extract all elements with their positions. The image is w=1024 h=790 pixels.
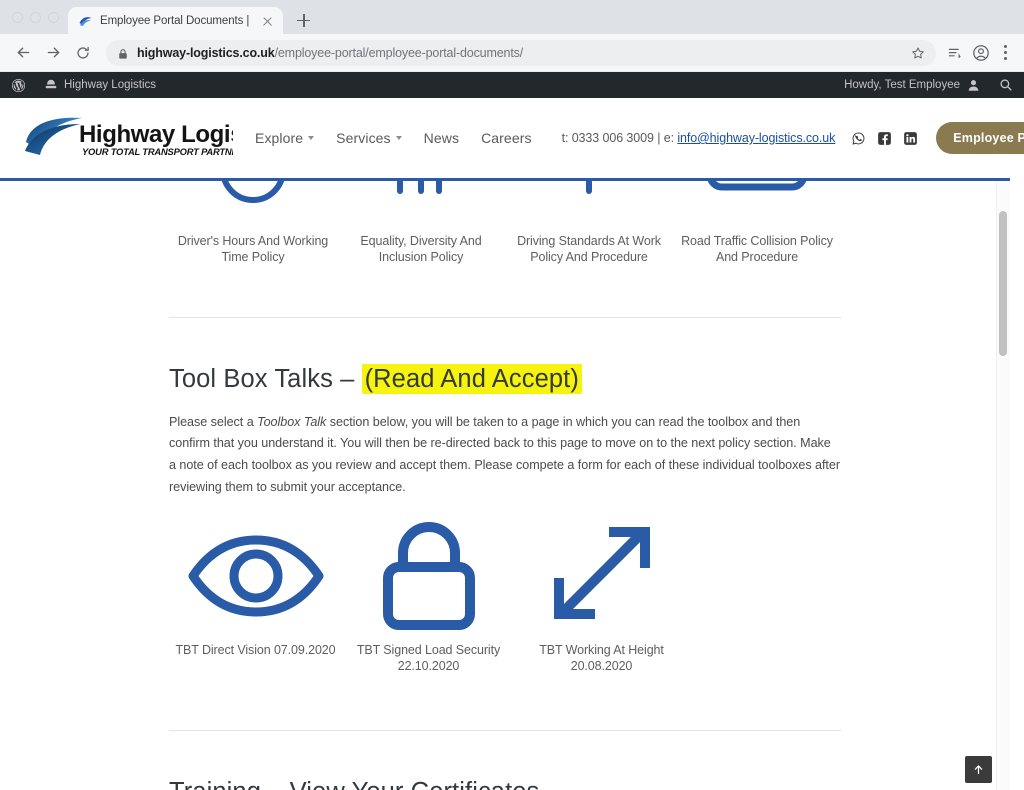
reload-icon[interactable] (68, 38, 98, 68)
window-close-button[interactable] (12, 11, 23, 23)
people-icon (343, 181, 499, 207)
browser-tabstrip: Employee Portal Documents | (0, 0, 1024, 35)
policies-row: Driver's Hours And Working Time Policy E… (169, 181, 841, 265)
whatsapp-icon[interactable] (851, 131, 866, 146)
email-link[interactable]: info@highway-logistics.co.uk (677, 131, 835, 145)
wordpress-logo-icon[interactable] (2, 72, 35, 98)
chevron-down-icon (308, 136, 315, 140)
toolbox-paragraph: Please select a Toolbox Talk section bel… (169, 412, 841, 499)
user-avatar-icon (968, 79, 979, 91)
header-social-links (851, 131, 918, 146)
browser-toolbar: highway-logistics.co.uk/employee-portal/… (0, 34, 1024, 72)
main-navigation: Explore Services News Careers (255, 130, 532, 146)
toolbox-item-direct-vision[interactable]: TBT Direct Vision 07.09.2020 (169, 526, 342, 675)
policy-label: Road Traffic Collision Policy And Proced… (681, 234, 833, 264)
toolbox-label: TBT Signed Load Security 22.10.2020 (356, 643, 501, 674)
site-header: Highway Logistics YOUR TOTAL TRANSPORT P… (0, 98, 1024, 178)
browser-window: Employee Portal Documents | highway-logi… (0, 0, 1024, 790)
divider-bottom (169, 729, 841, 731)
reading-list-icon[interactable] (942, 40, 968, 66)
tab-favicon-icon (78, 14, 93, 29)
content-inner: Driver's Hours And Working Time Policy E… (169, 181, 841, 790)
highway-logistics-logo-icon: Highway Logistics YOUR TOTAL TRANSPORT P… (25, 117, 233, 157)
nav-item-careers[interactable]: Careers (481, 130, 532, 146)
wp-admin-bar: Highway Logistics Howdy, Test Employee (0, 72, 1024, 98)
training-section-title: Training – View Your Certificates (169, 777, 841, 790)
phone-number[interactable]: 0333 006 3009 (572, 131, 654, 145)
arrow-up-icon (974, 765, 983, 775)
phone-prefix: t: (561, 131, 572, 145)
toolbox-title-highlight: (Read And Accept) (361, 364, 582, 394)
steering-wheel-icon (511, 181, 667, 207)
address-bar[interactable]: highway-logistics.co.uk/employee-portal/… (106, 39, 936, 66)
search-icon (1000, 79, 1012, 91)
url-text: highway-logistics.co.uk/employee-portal/… (137, 46, 523, 60)
scroll-to-top-button[interactable] (965, 756, 992, 783)
wp-search-item[interactable] (990, 72, 1022, 98)
policy-label: Driving Standards At Work Policy And Pro… (517, 234, 661, 264)
paragraph-emphasis: Toolbox Talk (257, 414, 327, 429)
resize-arrows-icon (543, 526, 661, 626)
svg-text:Highway Logistics: Highway Logistics (79, 121, 233, 148)
back-arrow-icon[interactable] (8, 38, 38, 68)
url-host: highway-logistics.co.uk (137, 45, 275, 60)
policy-label: Driver's Hours And Working Time Policy (177, 234, 329, 264)
wp-howdy-item[interactable]: Howdy, Test Employee (835, 72, 990, 98)
nav-item-news[interactable]: News (424, 130, 459, 146)
wp-greeting: Howdy, Test Employee (844, 79, 960, 91)
page-content: Driver's Hours And Working Time Policy E… (0, 181, 1010, 790)
window-controls (8, 0, 68, 34)
nav-label-services: Services (336, 130, 391, 146)
toolbox-label: TBT Direct Vision 07.09.2020 (175, 643, 336, 658)
car-icon (679, 181, 835, 207)
toolbox-item-load-security[interactable]: TBT Signed Load Security 22.10.2020 (342, 522, 515, 675)
clock-icon (175, 181, 331, 207)
facebook-icon[interactable] (877, 131, 892, 146)
employee-portal-button[interactable]: Employee Portal (936, 122, 1024, 154)
linkedin-icon[interactable] (903, 131, 918, 146)
wp-admin-bar-right: Howdy, Test Employee (835, 72, 1022, 98)
tab-close-icon[interactable] (260, 14, 275, 29)
contact-separator: | (653, 131, 664, 145)
wp-site-name: Highway Logistics (64, 79, 157, 91)
toolbox-title-plain: Tool Box Talks – (169, 365, 362, 393)
toolbox-section-title: Tool Box Talks – (Read And Accept) (169, 364, 841, 395)
url-path: /employee-portal/employee-portal-documen… (274, 45, 524, 60)
divider-top (169, 317, 841, 318)
page-scrollbar-thumb[interactable] (999, 211, 1007, 356)
toolbox-item-working-at-height[interactable]: TBT Working At Height 20.08.2020 (515, 526, 688, 675)
lock-icon (377, 522, 481, 631)
lock-icon (117, 47, 129, 59)
site-logo[interactable]: Highway Logistics YOUR TOTAL TRANSPORT P… (20, 115, 233, 161)
header-contact-info: t: 0333 006 3009 | e: info@highway-logis… (562, 131, 836, 145)
forward-arrow-icon[interactable] (38, 38, 68, 68)
page-scrollbar[interactable] (996, 181, 1010, 790)
eye-icon (181, 526, 331, 626)
toolbox-label: TBT Working At Height 20.08.2020 (539, 643, 664, 674)
window-minimize-button[interactable] (30, 11, 41, 23)
tab-title: Employee Portal Documents | (100, 15, 250, 27)
svg-text:YOUR TOTAL TRANSPORT PARTNER.: YOUR TOTAL TRANSPORT PARTNER. (82, 146, 233, 157)
nav-item-explore[interactable]: Explore (255, 130, 315, 146)
nav-item-services[interactable]: Services (336, 130, 402, 146)
window-maximize-button[interactable] (48, 11, 59, 23)
browser-tab[interactable]: Employee Portal Documents | (68, 7, 283, 35)
star-icon[interactable] (906, 41, 930, 65)
policy-item-driving-standards[interactable]: Driving Standards At Work Policy And Pro… (505, 181, 673, 265)
wp-site-name-item[interactable]: Highway Logistics (35, 72, 165, 98)
chrome-menu-icon[interactable] (994, 40, 1016, 66)
new-tab-button[interactable] (289, 6, 317, 34)
toolbox-items-row: TBT Direct Vision 07.09.2020 TBT Signed … (169, 522, 841, 675)
paragraph-part-1: Please select a (169, 414, 258, 429)
email-prefix: e: (663, 131, 678, 145)
omnibox-actions (906, 41, 932, 65)
profile-avatar-icon[interactable] (968, 40, 994, 66)
policy-item-equality[interactable]: Equality, Diversity And Inclusion Policy (337, 181, 505, 265)
policy-item-road-traffic[interactable]: Road Traffic Collision Policy And Proced… (673, 181, 841, 265)
policy-item-drivers-hours[interactable]: Driver's Hours And Working Time Policy (169, 181, 337, 265)
chevron-down-icon (395, 136, 402, 140)
nav-label-explore: Explore (255, 130, 304, 146)
policy-label: Equality, Diversity And Inclusion Policy (360, 234, 482, 264)
